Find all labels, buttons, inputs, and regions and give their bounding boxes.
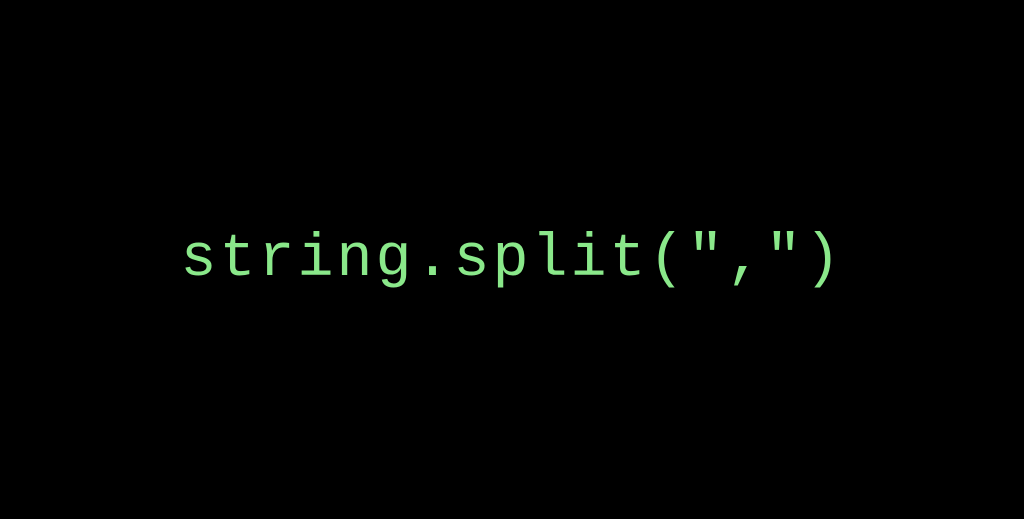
code-snippet: string.split(",") [180, 226, 843, 294]
